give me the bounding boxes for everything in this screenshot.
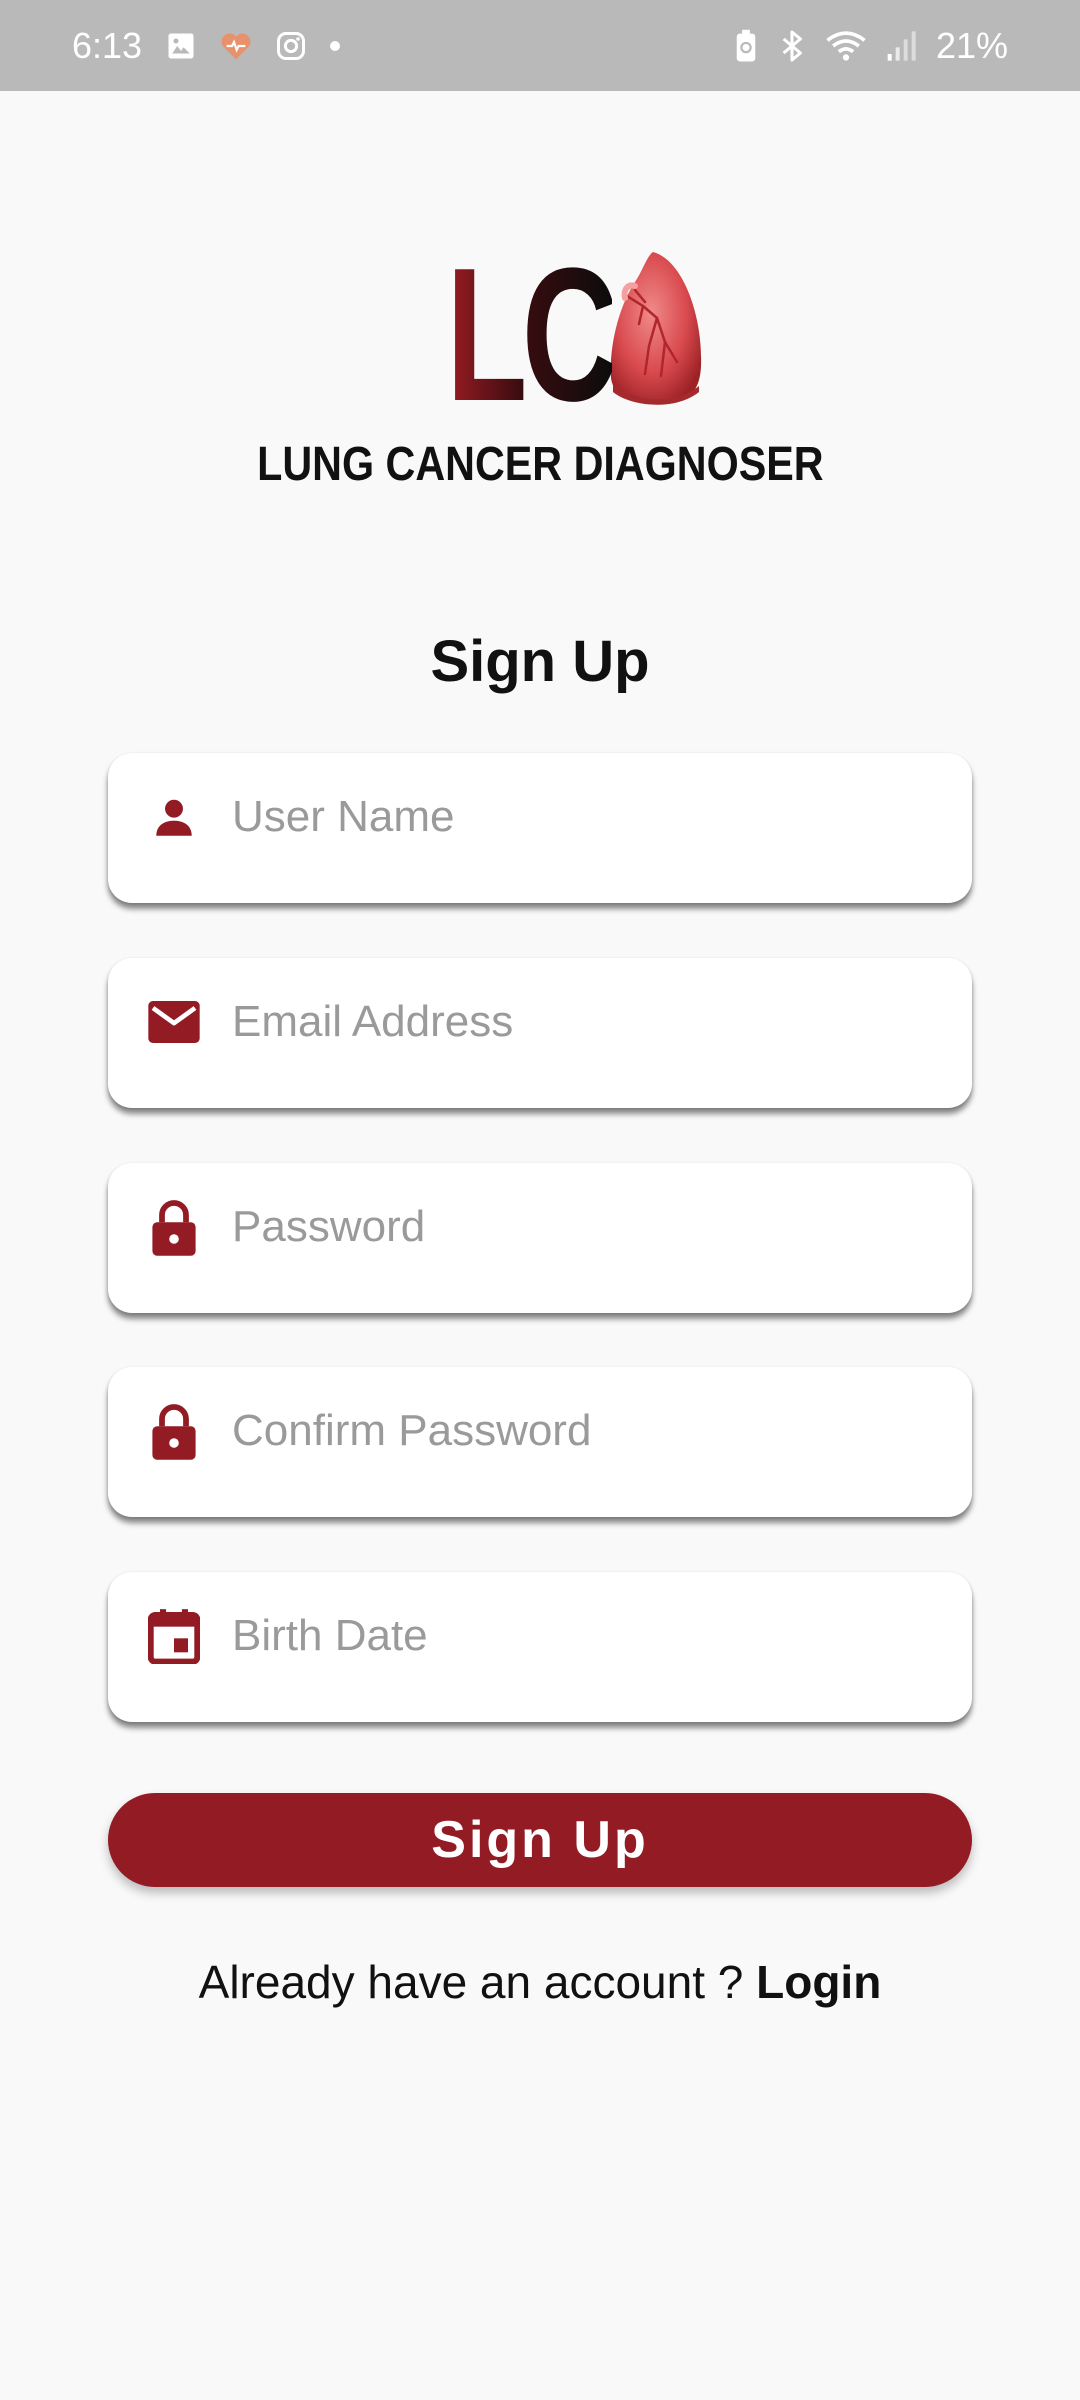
logo-letters: LC xyxy=(446,229,619,441)
birth-date-input[interactable] xyxy=(232,1606,912,1666)
status-time: 6:13 xyxy=(72,24,143,66)
email-field[interactable] xyxy=(108,958,972,1108)
login-prompt-text: Already have an account ? xyxy=(198,1956,757,2008)
logo-mark: LC xyxy=(375,229,704,441)
signal-icon xyxy=(886,30,916,62)
gallery-icon xyxy=(166,31,196,61)
status-left: 6:13 xyxy=(72,24,341,67)
page-title: Sign Up xyxy=(430,629,650,694)
username-field[interactable] xyxy=(108,753,972,903)
login-prompt-row: Already have an account ? Login xyxy=(0,1955,1080,2009)
logo-subtitle: LUNG CANCER DIAGNOSER xyxy=(256,438,824,491)
status-bar: 6:13 21% xyxy=(0,0,1080,91)
person-icon xyxy=(144,787,204,847)
instagram-icon xyxy=(276,31,306,61)
wifi-icon xyxy=(826,29,866,63)
health-icon xyxy=(220,31,252,61)
birth-date-field[interactable] xyxy=(108,1572,972,1722)
lock-icon xyxy=(144,1401,204,1461)
calendar-icon xyxy=(144,1606,204,1666)
login-link[interactable]: Login xyxy=(756,1956,881,2008)
confirm-password-field[interactable] xyxy=(108,1367,972,1517)
lung-icon xyxy=(605,246,705,413)
dot-icon xyxy=(330,40,341,51)
sign-up-button[interactable]: Sign Up xyxy=(108,1793,972,1887)
status-right: 21% xyxy=(734,25,1008,67)
mail-icon xyxy=(144,992,204,1052)
password-field[interactable] xyxy=(108,1163,972,1313)
lock-icon xyxy=(144,1197,204,1257)
confirm-password-input[interactable] xyxy=(232,1401,912,1461)
battery-percent: 21% xyxy=(935,24,1008,66)
battery-saver-icon xyxy=(734,29,758,63)
password-input[interactable] xyxy=(232,1197,912,1257)
email-input[interactable] xyxy=(232,992,912,1052)
bluetooth-icon xyxy=(778,29,806,63)
username-input[interactable] xyxy=(232,787,912,847)
app-logo: LC LUNG CANCER DIAGNOSER xyxy=(0,229,1080,492)
